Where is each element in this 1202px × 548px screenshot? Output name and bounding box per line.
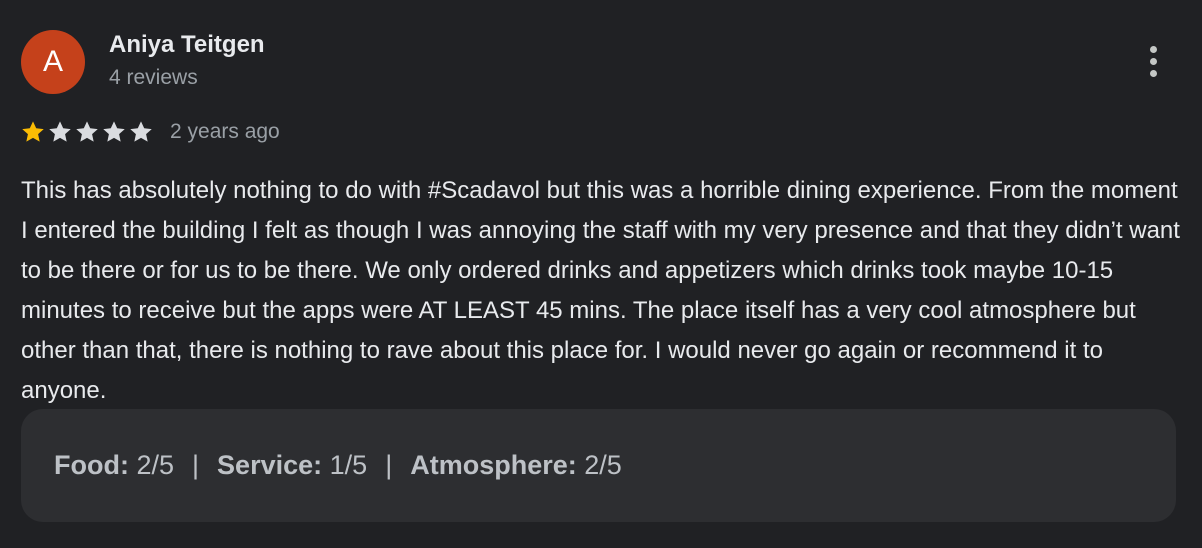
attribute-value: 2/5 [584,450,622,480]
author-name[interactable]: Aniya Teitgen [109,30,265,60]
author-review-count: 4 reviews [109,66,198,89]
review-card: A Aniya Teitgen 4 reviews 2 years ago Th… [0,0,1202,548]
rating-row: 2 years ago [20,116,280,148]
more-vert-icon[interactable] [1134,40,1172,82]
avatar[interactable]: A [21,30,85,94]
attribute-separator: | [192,450,200,480]
attribute-separator: | [385,450,393,480]
attribute-value: 2/5 [136,450,175,480]
star-empty-icon [103,121,125,142]
star-empty-icon [130,121,152,142]
attribute-value: 1/5 [329,450,368,480]
attribute-ratings: Food: 2/5 | Service: 1/5 | Atmosphere: 2/5 [21,409,1176,522]
review-text: This has absolutely nothing to do with #… [21,177,1180,404]
star-empty-icon [76,121,98,142]
review-date: 2 years ago [170,120,280,143]
attribute-label: Atmosphere: [410,450,577,480]
attribute-item: Food: 2/5 [54,450,174,481]
star-empty-icon [49,121,71,142]
star-rating [20,119,154,145]
attribute-label: Food: [54,450,129,480]
attribute-item: Atmosphere: 2/5 [410,450,622,481]
star-filled-icon [22,121,44,142]
attribute-item: Service: 1/5 [217,450,367,481]
attribute-label: Service: [217,450,323,480]
avatar-initial: A [42,45,63,78]
